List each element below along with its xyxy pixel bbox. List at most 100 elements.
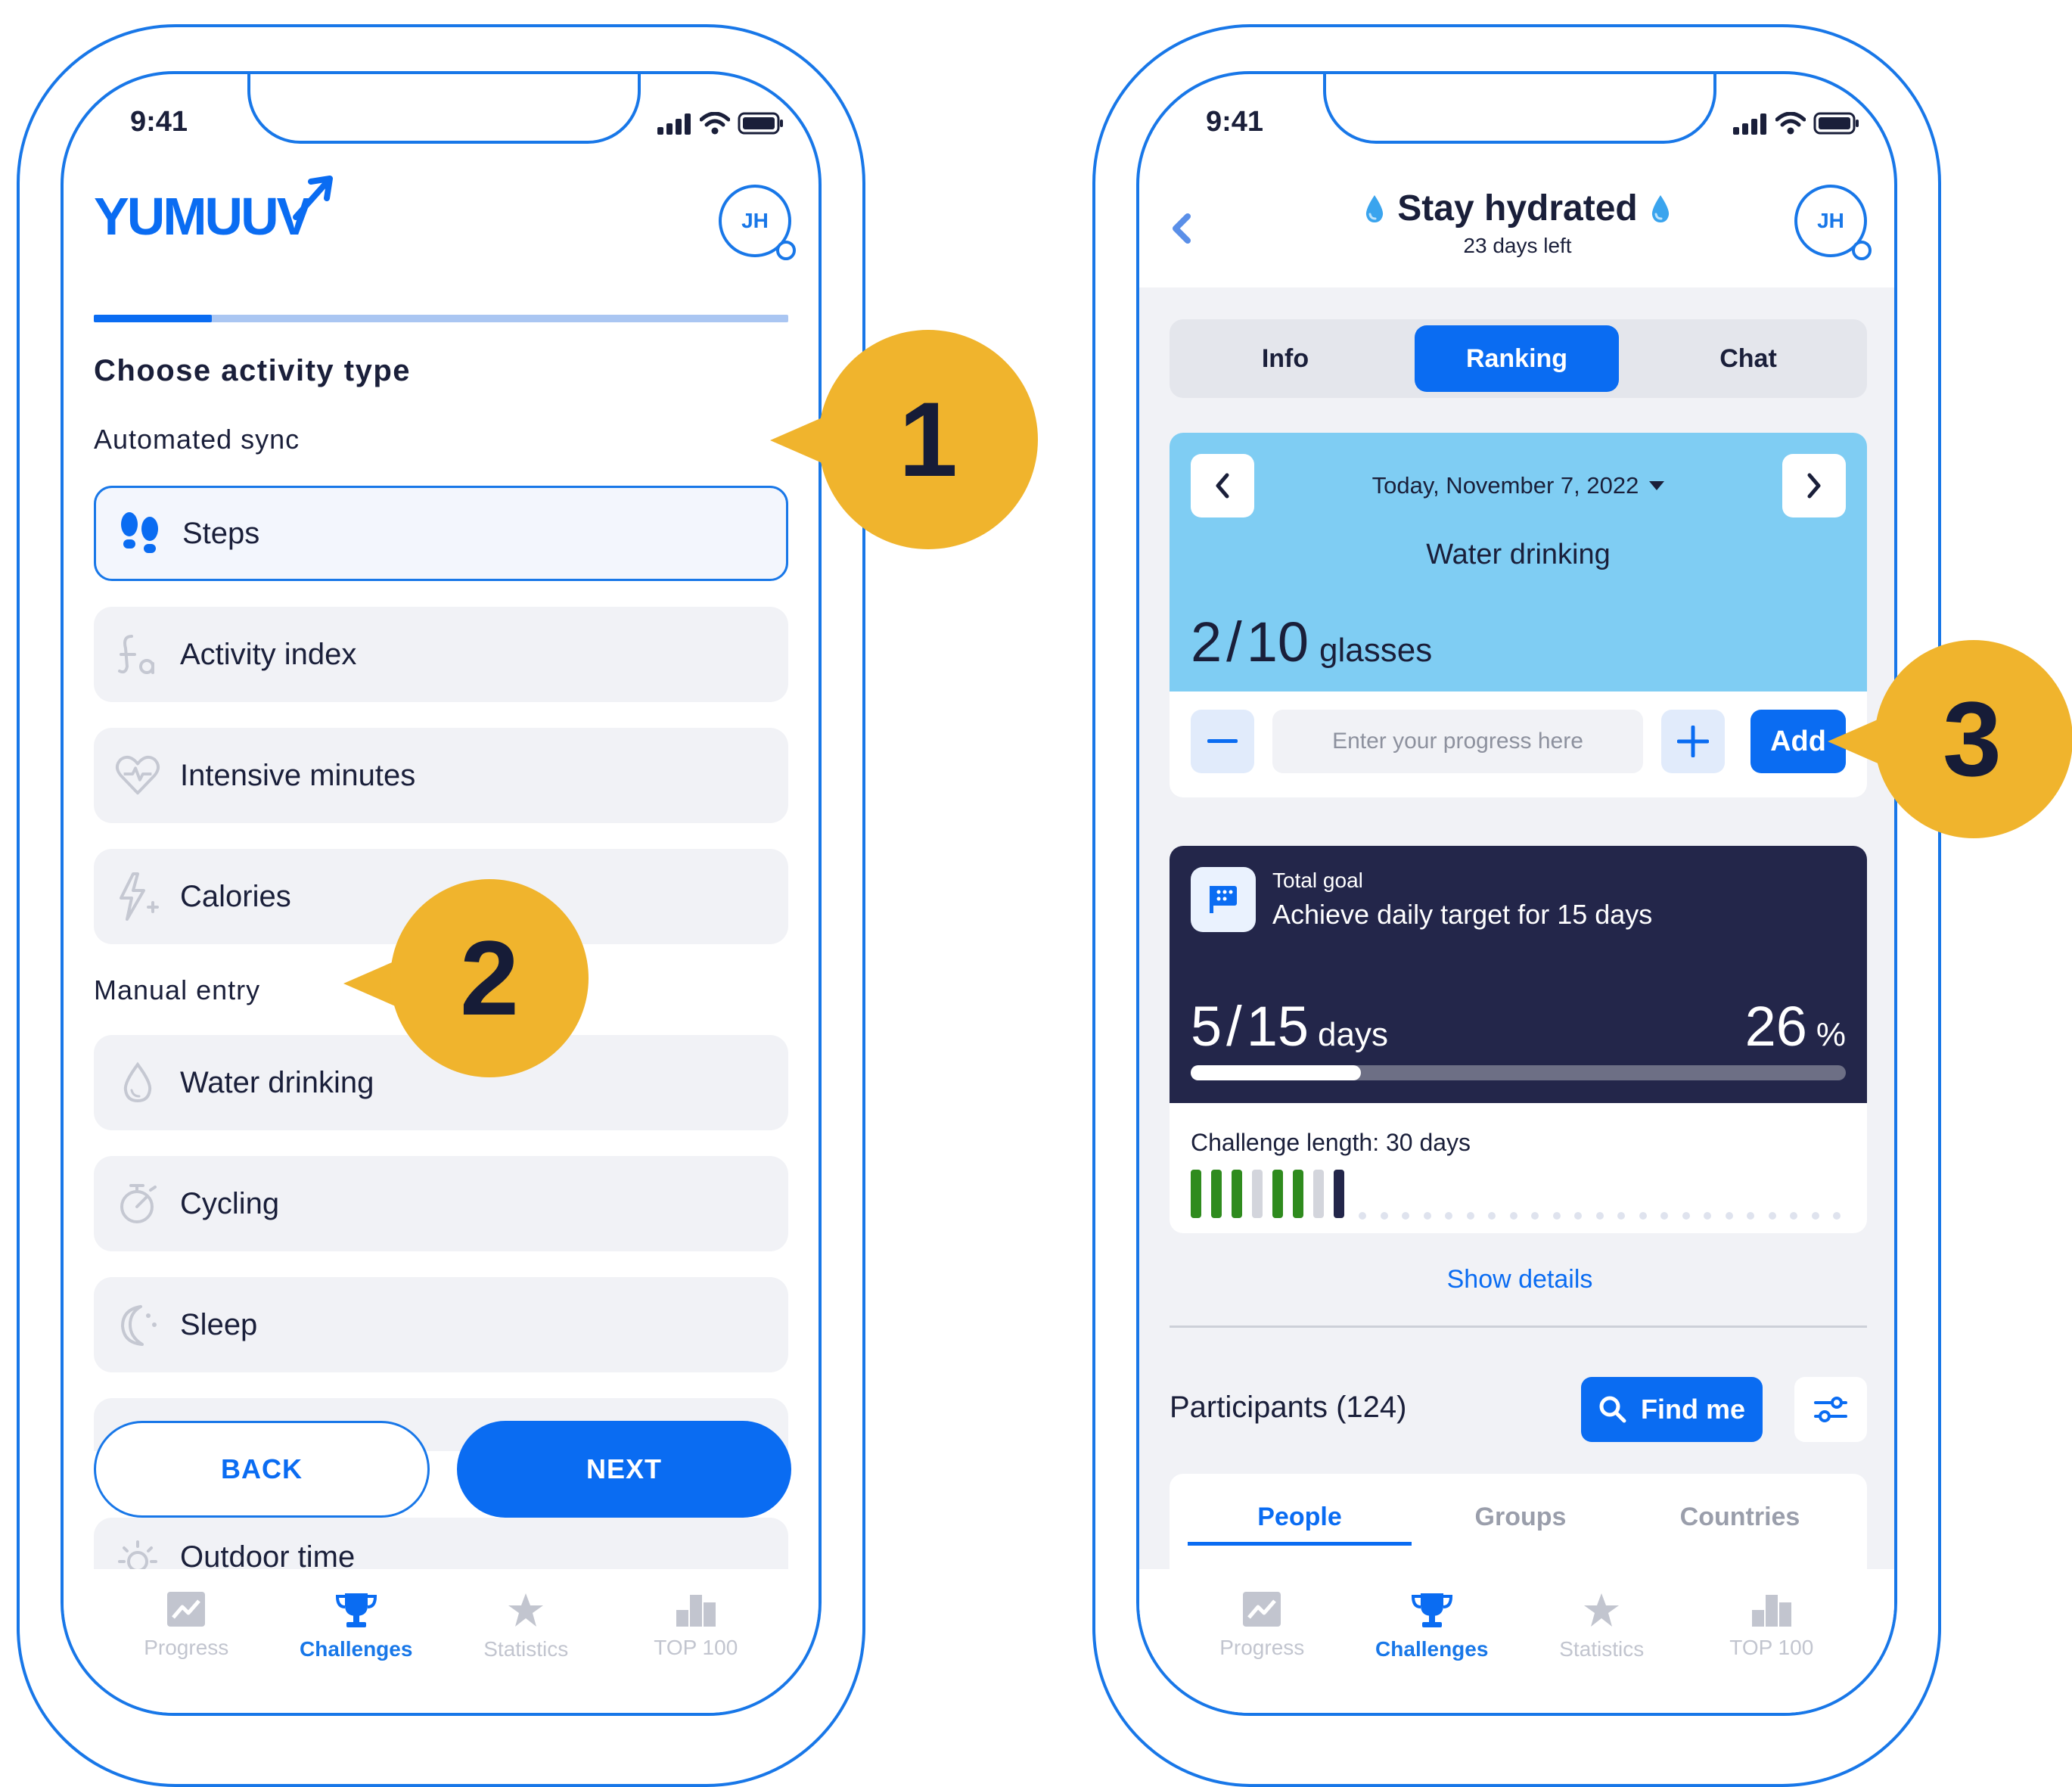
filter-button[interactable] (1794, 1377, 1867, 1442)
next-button[interactable]: NEXT (457, 1421, 791, 1518)
callout-1: 1 (819, 330, 1038, 549)
tab-ranking[interactable]: Ranking (1415, 325, 1619, 392)
activity-option-sleep[interactable]: Sleep (94, 1277, 788, 1372)
goal-percent: 26 % (1744, 995, 1846, 1058)
daily-progress-card: Today, November 7, 2022 Water drinking 2… (1170, 433, 1867, 797)
moon-icon (121, 1305, 157, 1346)
tab-chat[interactable]: Chat (1639, 325, 1858, 392)
challenge-day-bars (1191, 1170, 1856, 1220)
day-dot-future (1660, 1212, 1668, 1220)
activity-option-cycling[interactable]: Cycling (94, 1156, 788, 1251)
option-label: Intensive minutes (180, 758, 416, 792)
tab-progress[interactable]: Progress (1186, 1569, 1337, 1713)
day-dot-future (1574, 1212, 1582, 1220)
lightning-plus-icon (120, 872, 159, 921)
total-goal-card: Total goal Achieve daily target for 15 d… (1170, 846, 1867, 1233)
wifi-icon (700, 112, 730, 135)
next-day-button[interactable] (1782, 454, 1846, 517)
decrement-button[interactable] (1191, 710, 1254, 773)
previous-day-button[interactable] (1191, 454, 1254, 517)
chevron-left-icon (1216, 473, 1229, 499)
day-dot-future (1509, 1212, 1517, 1220)
goal-progress-fill (1191, 1065, 1362, 1080)
challenge-length: Challenge length: 30 days (1191, 1129, 1471, 1156)
increment-button[interactable] (1661, 710, 1725, 773)
signal-icon (657, 113, 691, 135)
wifi-icon (1775, 112, 1806, 135)
day-dot-future (1466, 1212, 1474, 1220)
caret-down-icon (1649, 481, 1665, 490)
tab-statistics[interactable]: Statistics (1526, 1569, 1677, 1713)
footsteps-icon (121, 512, 158, 553)
wizard-progress-track (94, 315, 788, 322)
day-dot-future (1531, 1212, 1539, 1220)
logo-arrow-icon (293, 176, 333, 220)
option-label: Steps (182, 516, 260, 550)
day-bar-missed (1252, 1170, 1263, 1218)
challenge-tabs: Info Ranking Chat (1170, 319, 1867, 398)
manual-entry-heading: Manual entry (94, 974, 261, 1005)
total-goal-caption: Total goal (1272, 869, 1363, 892)
day-bar-today (1334, 1170, 1344, 1218)
option-label: Sleep (180, 1307, 258, 1341)
user-avatar[interactable]: JH (719, 185, 796, 260)
back-button[interactable]: BACK (94, 1421, 430, 1518)
activity-option-steps[interactable]: Steps (94, 486, 788, 581)
signal-icon (1733, 113, 1766, 135)
goal-progress-value: 5 / 15 days (1191, 995, 1388, 1058)
tab-groups[interactable]: Groups (1409, 1492, 1632, 1542)
day-dot-future (1811, 1212, 1819, 1220)
tab-top-100[interactable]: TOP 100 (620, 1569, 772, 1713)
day-dot-future (1402, 1212, 1409, 1220)
tab-progress[interactable]: Progress (110, 1569, 262, 1713)
day-dot-future (1552, 1212, 1561, 1220)
tab-people[interactable]: People (1188, 1492, 1412, 1546)
activity-option-intensive-minutes[interactable]: Intensive minutes (94, 728, 788, 823)
day-dot-future (1617, 1212, 1625, 1220)
minus-icon (1207, 739, 1238, 743)
right-phone-screen: 9:41 Stay hydrated 23 days left JH Info … (1136, 71, 1897, 1716)
day-bar-done (1232, 1170, 1242, 1218)
participants-heading: Participants (124) (1170, 1391, 1407, 1424)
activity-index-icon (118, 635, 154, 674)
activity-option-activity-index[interactable]: Activity index (94, 607, 788, 702)
option-label: Cycling (180, 1186, 280, 1220)
sliders-icon (1814, 1397, 1847, 1422)
goal-flag-badge (1191, 867, 1256, 932)
day-bar-done (1272, 1170, 1283, 1218)
activity-name: Water drinking (1426, 539, 1611, 570)
day-dot-future (1595, 1212, 1604, 1220)
progress-input[interactable]: Enter your progress here (1272, 710, 1643, 773)
back-chevron-icon[interactable] (1170, 212, 1192, 245)
tab-statistics[interactable]: Statistics (450, 1569, 601, 1713)
divider (1170, 1325, 1867, 1328)
participant-tabs: People Groups Countries (1170, 1474, 1867, 1580)
tab-challenges[interactable]: Challenges (1356, 1569, 1508, 1713)
water-drop-icon (1651, 194, 1669, 222)
date-selector[interactable]: Today, November 7, 2022 (1321, 472, 1716, 499)
user-avatar[interactable]: JH (1794, 185, 1872, 260)
tab-info[interactable]: Info (1176, 325, 1395, 392)
tab-top-100[interactable]: TOP 100 (1696, 1569, 1847, 1713)
day-dot-future (1380, 1212, 1388, 1220)
trophy-icon (335, 1593, 377, 1627)
bottom-tab-bar: Progress Challenges Statistics TOP 100 (64, 1569, 819, 1713)
stopwatch-icon (120, 1184, 157, 1223)
tab-countries[interactable]: Countries (1628, 1492, 1852, 1542)
chevron-right-icon (1807, 473, 1821, 499)
day-dot-future (1423, 1212, 1431, 1220)
show-details-link[interactable]: Show details (1139, 1265, 1894, 1294)
plus-icon (1677, 726, 1709, 757)
challenge-title: Stay hydrated (1397, 188, 1638, 228)
star-icon (1584, 1593, 1620, 1627)
day-bar-done (1211, 1170, 1222, 1218)
tab-challenges[interactable]: Challenges (281, 1569, 432, 1713)
goal-progress-track (1191, 1065, 1846, 1080)
day-dot-future (1639, 1212, 1647, 1220)
day-dot-future (1725, 1212, 1733, 1220)
status-icons (1733, 112, 1860, 135)
option-label: Calories (180, 879, 291, 913)
automated-sync-heading: Automated sync (94, 424, 300, 455)
battery-icon (1813, 112, 1859, 135)
find-me-button[interactable]: Find me (1581, 1377, 1763, 1442)
